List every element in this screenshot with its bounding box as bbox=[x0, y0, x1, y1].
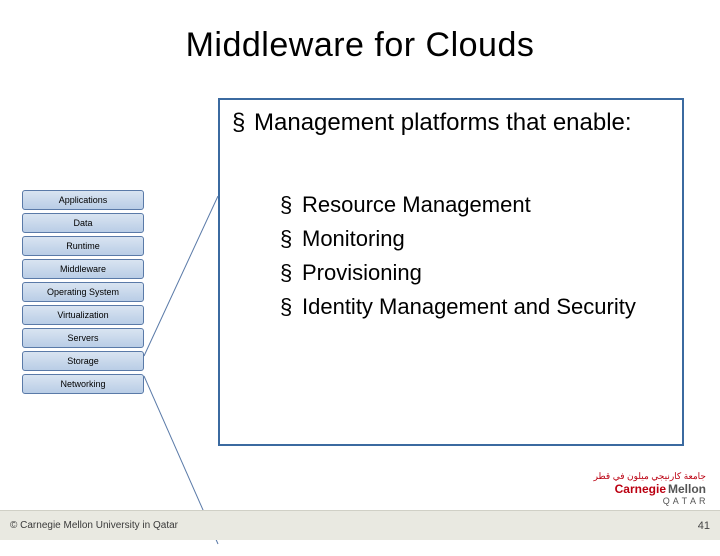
logo-word-mellon: Mellon bbox=[668, 482, 706, 496]
list-item: § Provisioning bbox=[280, 256, 636, 290]
layer-stack: Applications Data Runtime Middleware Ope… bbox=[22, 190, 144, 397]
stack-layer: Middleware bbox=[22, 259, 144, 279]
bullet-marker-icon: § bbox=[280, 256, 302, 290]
list-item-label: Resource Management bbox=[302, 188, 531, 222]
logo-qatar: Q A T A R bbox=[594, 497, 706, 506]
stack-layer: Storage bbox=[22, 351, 144, 371]
slide-title: Middleware for Clouds bbox=[0, 0, 720, 65]
stack-layer: Networking bbox=[22, 374, 144, 394]
bullet-marker-icon: § bbox=[280, 290, 302, 324]
list-item-label: Provisioning bbox=[302, 256, 422, 290]
footer-bar: © Carnegie Mellon University in Qatar 41 bbox=[0, 510, 720, 540]
stack-layer: Virtualization bbox=[22, 305, 144, 325]
lead-bullet: §Management platforms that enable: bbox=[232, 108, 674, 138]
university-logo: جامعة كارنيجي ميلون في قطر CarnegieMello… bbox=[594, 472, 706, 506]
sub-bullet-list: § Resource Management § Monitoring § Pro… bbox=[280, 188, 636, 324]
content-box: §Management platforms that enable: § Res… bbox=[218, 98, 684, 446]
copyright-text: © Carnegie Mellon University in Qatar bbox=[10, 520, 178, 531]
stack-layer: Data bbox=[22, 213, 144, 233]
list-item-label: Monitoring bbox=[302, 222, 405, 256]
stack-layer: Applications bbox=[22, 190, 144, 210]
list-item: § Identity Management and Security bbox=[280, 290, 636, 324]
bullet-marker-icon: § bbox=[280, 222, 302, 256]
list-item: § Monitoring bbox=[280, 222, 636, 256]
bullet-marker-icon: § bbox=[280, 188, 302, 222]
stack-layer: Operating System bbox=[22, 282, 144, 302]
list-item: § Resource Management bbox=[280, 188, 636, 222]
stack-layer: Runtime bbox=[22, 236, 144, 256]
page-number: 41 bbox=[698, 520, 710, 532]
stack-layer: Servers bbox=[22, 328, 144, 348]
lead-bullet-text: Management platforms that enable: bbox=[254, 108, 664, 138]
list-item-label: Identity Management and Security bbox=[302, 290, 636, 324]
logo-arabic: جامعة كارنيجي ميلون في قطر bbox=[594, 472, 706, 481]
logo-word-carnegie: Carnegie bbox=[615, 482, 666, 496]
bullet-marker-icon: § bbox=[232, 108, 254, 138]
